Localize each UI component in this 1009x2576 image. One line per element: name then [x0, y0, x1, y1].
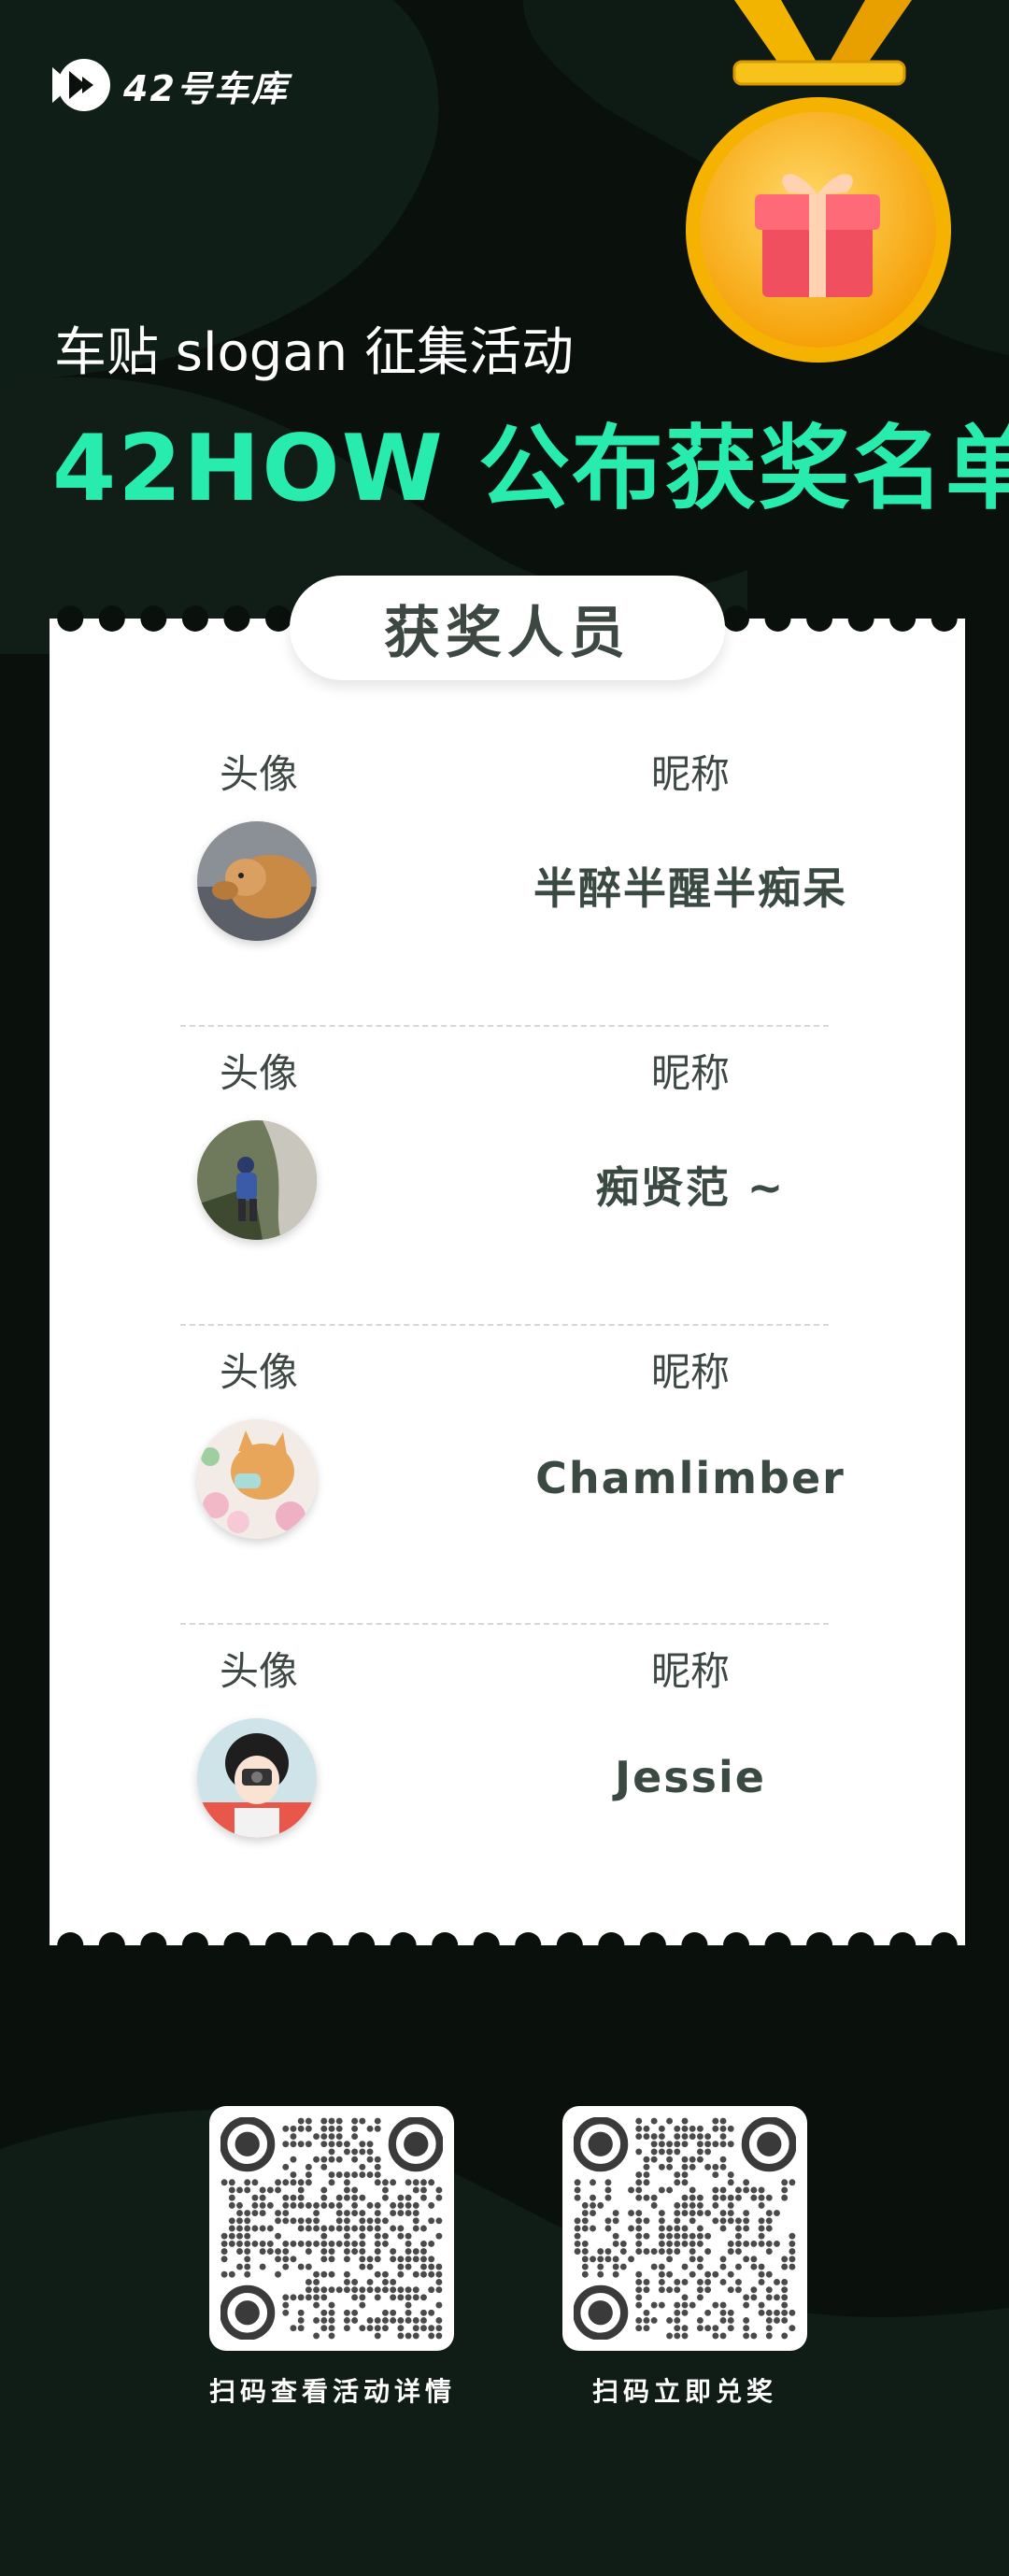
winner-nickname: 痴贤范 ~ [595, 1162, 786, 1213]
winner-nickname: Chamlimber [535, 1453, 846, 1503]
cat-flowers-avatar [197, 1419, 317, 1539]
brand-logo[interactable]: 42号车库 [49, 54, 289, 116]
brand-name: 42号车库 [123, 67, 289, 109]
page-title: 42HOW 公布获奖名单 [52, 416, 1009, 522]
qr-code-icon[interactable] [562, 2106, 807, 2351]
row-divider [180, 1324, 829, 1326]
card-tab-title: 获奖人员 [290, 576, 725, 680]
qr-redeem-prize[interactable]: 扫码立即兑奖 [562, 2106, 807, 2409]
nickname-column-header: 昵称 [650, 1349, 730, 1395]
row-divider [180, 1623, 829, 1625]
avatar-column-header: 头像 [219, 1349, 298, 1395]
qr-event-details[interactable]: 扫码查看活动详情 [209, 2106, 454, 2409]
qr-code-icon[interactable] [209, 2106, 454, 2351]
winner-row: 头像 昵称 半醉半醒半痴呆 [50, 743, 965, 1042]
winner-nickname: 半醉半醒半痴呆 [533, 863, 847, 914]
nickname-column-header: 昵称 [650, 751, 730, 797]
winner-row: 头像 昵称 Jessie [50, 1640, 965, 1939]
avatar-column-header: 头像 [219, 751, 298, 797]
row-divider [180, 1025, 829, 1027]
winner-nickname: Jessie [614, 1752, 767, 1802]
winner-row: 头像 昵称 Chamlimber [50, 1341, 965, 1640]
event-subtitle: 车贴 slogan 征集活动 [54, 322, 574, 383]
qr-caption: 扫码查看活动详情 [209, 2376, 457, 2407]
avatar-column-header: 头像 [219, 1050, 298, 1096]
winner-row: 头像 昵称 痴贤范 ~ [50, 1042, 965, 1341]
illustrated-girl-avatar [197, 1718, 317, 1838]
42-garage-logo-icon [52, 59, 110, 111]
dog-photo-avatar [197, 821, 317, 941]
gold-medal-gift-icon [686, 0, 951, 363]
nickname-column-header: 昵称 [650, 1050, 730, 1096]
avatar-column-header: 头像 [219, 1648, 298, 1694]
nickname-column-header: 昵称 [650, 1648, 730, 1694]
qr-caption: 扫码立即兑奖 [591, 2376, 777, 2407]
climber-photo-avatar [197, 1120, 317, 1240]
